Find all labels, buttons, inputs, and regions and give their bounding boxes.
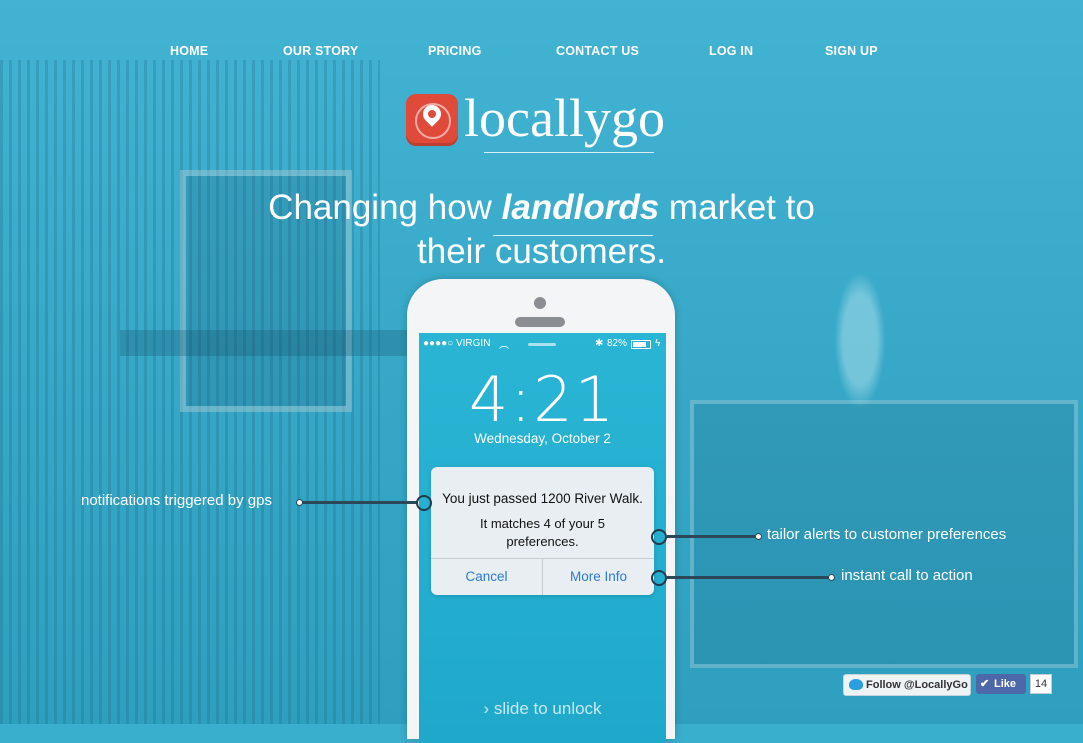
thumbs-up-icon: ✔ <box>980 678 990 690</box>
alert-cancel-button[interactable]: Cancel <box>431 558 542 595</box>
lockscreen-time: 4:21 <box>468 363 617 436</box>
speaker-grille <box>515 317 565 327</box>
nav-pricing[interactable]: PRICING <box>428 44 482 58</box>
alert-more-info-button[interactable]: More Info <box>543 558 654 595</box>
nav-home[interactable]: HOME <box>170 44 208 58</box>
facebook-like-count: 14 <box>1030 674 1052 694</box>
logo-underline <box>484 152 654 153</box>
callout-gps-text: notifications triggered by gps <box>81 492 272 509</box>
callout-action-endpoint <box>828 574 835 581</box>
wifi-icon: ︵ <box>499 340 509 351</box>
facebook-like-button[interactable]: ✔ Like <box>976 674 1026 694</box>
headline-part-1: Changing how <box>268 188 502 227</box>
callout-action-anchor <box>651 570 667 586</box>
bluetooth-icon: ✱ <box>595 338 604 349</box>
twitter-bird-icon <box>849 679 863 690</box>
hero-headline: Changing how landlords market to their c… <box>0 186 1083 274</box>
camera-icon <box>534 297 546 309</box>
main-nav: HOME OUR STORY PRICING CONTACT US LOG IN… <box>0 44 1083 60</box>
callout-action-text: instant call to action <box>841 567 973 584</box>
battery-percent: 82% <box>607 338 628 349</box>
nav-log-in[interactable]: LOG IN <box>709 44 753 58</box>
facebook-like-label: Like <box>994 678 1017 690</box>
battery-icon <box>631 340 651 349</box>
callout-tailor-line <box>667 535 755 538</box>
callout-action-line <box>667 576 828 579</box>
callout-gps-line <box>302 501 418 504</box>
lockscreen-date: Wednesday, October 2 <box>474 431 611 446</box>
logo-wordmark: locallygo <box>464 88 665 148</box>
callout-tailor-anchor <box>651 529 667 545</box>
headline-part-2: market to <box>659 188 815 227</box>
slide-to-unlock-label: slide to unlock <box>493 699 602 718</box>
nav-our-story[interactable]: OUR STORY <box>283 44 358 58</box>
slide-to-unlock[interactable]: › slide to unlock <box>419 699 666 719</box>
nav-contact-us[interactable]: CONTACT US <box>556 44 639 58</box>
nav-sign-up[interactable]: SIGN UP <box>825 44 878 58</box>
carrier-signal: ●●●●○ VIRGIN <box>423 338 491 349</box>
callout-tailor-endpoint <box>755 533 762 540</box>
notification-pull-handle <box>528 343 556 346</box>
callout-gps-anchor <box>416 495 432 511</box>
callout-tailor-text: tailor alerts to customer preferences <box>767 526 1007 543</box>
alert-title: You just passed 1200 River Walk. <box>442 491 643 506</box>
twitter-follow-button[interactable]: Follow @LocallyGo <box>843 674 971 696</box>
location-pin-icon <box>406 94 458 146</box>
headline-line-2: their customers. <box>417 232 666 271</box>
headline-underline <box>493 235 653 236</box>
alert-body: It matches 4 of your 5 preferences. <box>479 516 605 549</box>
background-tree <box>830 260 890 420</box>
status-bar: ●●●●○ VIRGIN ︵ ✱ 82% ϟ <box>419 338 666 351</box>
twitter-follow-label: Follow @LocallyGo <box>866 679 968 691</box>
notification-alert: You just passed 1200 River Walk. It matc… <box>431 467 654 595</box>
charging-icon: ϟ <box>655 338 661 349</box>
headline-emphasis: landlords <box>501 188 660 227</box>
